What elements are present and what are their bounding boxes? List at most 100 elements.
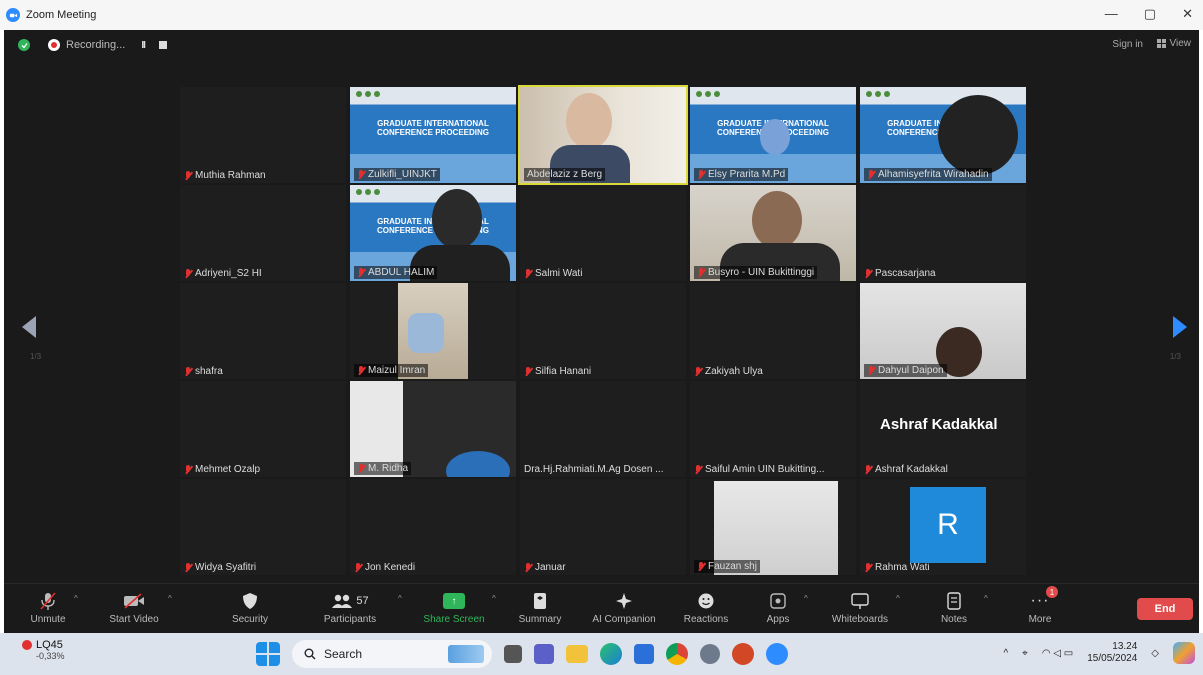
summary-button[interactable]: Summary bbox=[500, 590, 580, 625]
wifi-volume-battery-icons[interactable]: ◠ ◁ ▭ bbox=[1042, 648, 1073, 659]
teams-icon[interactable] bbox=[534, 644, 554, 664]
participants-button[interactable]: 57 Participants bbox=[310, 590, 390, 625]
security-button[interactable]: Security bbox=[210, 590, 290, 625]
share-options-caret-icon[interactable]: ^ bbox=[492, 594, 496, 603]
location-icon[interactable]: ⌖ bbox=[1022, 648, 1028, 659]
muted-mic-icon bbox=[864, 268, 872, 279]
participant-name: Fauzan shj bbox=[694, 560, 760, 573]
participant-tile[interactable]: Widya Syafitri bbox=[180, 479, 346, 575]
system-tray: ^ ⌖ ◠ ◁ ▭ 13.24 15/05/2024 ◇ bbox=[1003, 641, 1195, 665]
participant-name: Januar bbox=[524, 562, 566, 573]
next-page-arrow-icon[interactable] bbox=[1173, 316, 1187, 338]
avatar: R bbox=[910, 487, 986, 563]
prev-page-arrow-icon[interactable] bbox=[22, 316, 36, 338]
participant-tile[interactable]: Maizul Imran bbox=[350, 283, 516, 379]
restore-button[interactable]: ▢ bbox=[1144, 6, 1156, 22]
apps-caret-icon[interactable]: ^ bbox=[804, 594, 808, 603]
end-meeting-button[interactable]: End bbox=[1137, 598, 1193, 620]
whiteboards-caret-icon[interactable]: ^ bbox=[896, 594, 900, 603]
participant-tile-active-speaker[interactable]: Abdelaziz z Berg bbox=[518, 85, 688, 185]
store-icon[interactable] bbox=[634, 644, 654, 664]
file-explorer-icon[interactable] bbox=[566, 645, 588, 663]
muted-mic-icon bbox=[697, 561, 705, 572]
participant-name: Jon Kenedi bbox=[354, 562, 415, 573]
whiteboard-icon bbox=[851, 593, 869, 609]
sign-in-link[interactable]: Sign in bbox=[1112, 39, 1143, 50]
zoom-logo-icon bbox=[6, 8, 20, 22]
participant-tile[interactable]: Adriyeni_S2 HI bbox=[180, 185, 346, 281]
meeting-toolbar: Unmute ^ Start Video ^ Security 57 Parti… bbox=[4, 583, 1199, 633]
chrome-icon[interactable] bbox=[666, 643, 688, 665]
encryption-shield-icon[interactable] bbox=[18, 39, 30, 51]
windows-start-icon[interactable] bbox=[256, 642, 280, 666]
participant-tile[interactable]: Mehmet Ozalp bbox=[180, 381, 346, 477]
participant-tile[interactable]: Dra.Hj.Rahmiati.M.Ag Dosen ... bbox=[520, 381, 686, 477]
recording-icon bbox=[48, 39, 60, 51]
notes-caret-icon[interactable]: ^ bbox=[984, 594, 988, 603]
participant-name: Pascasarjana bbox=[864, 268, 936, 279]
participant-tile[interactable]: Saiful Amin UIN Bukitting... bbox=[690, 381, 856, 477]
participant-name: Ashraf Kadakkal bbox=[864, 464, 948, 475]
title-bar: Zoom Meeting — ▢ ✕ bbox=[0, 0, 1203, 30]
participant-tile[interactable]: Dahyul Daipon bbox=[860, 283, 1026, 379]
participant-name: Maizul Imran bbox=[354, 364, 429, 377]
stop-recording-button[interactable] bbox=[158, 41, 167, 49]
notification-bell-icon[interactable]: ◇ bbox=[1151, 648, 1159, 659]
participant-name: Dra.Hj.Rahmiati.M.Ag Dosen ... bbox=[524, 464, 664, 475]
zoom-app-icon[interactable] bbox=[766, 643, 788, 665]
muted-mic-icon bbox=[524, 366, 532, 377]
muted-mic-icon bbox=[184, 268, 192, 279]
recording-label: Recording... bbox=[66, 39, 126, 51]
participant-tile[interactable]: M. Ridha bbox=[350, 381, 516, 477]
participant-tile[interactable]: shafra bbox=[180, 283, 346, 379]
participants-caret-icon[interactable]: ^ bbox=[398, 594, 402, 603]
muted-mic-icon bbox=[357, 267, 365, 278]
participant-tile[interactable]: Busyro - UIN Bukittinggi bbox=[690, 185, 856, 281]
reactions-button[interactable]: Reactions bbox=[666, 590, 746, 625]
participant-display-name: Ashraf Kadakkal bbox=[880, 416, 998, 433]
participant-tile[interactable]: Zakiyah Ulya bbox=[690, 283, 856, 379]
start-video-button[interactable]: Start Video bbox=[94, 590, 174, 625]
participant-name: Zulkifli_UINJKT bbox=[354, 168, 440, 181]
taskbar-search[interactable]: Search bbox=[292, 640, 492, 668]
show-hidden-icons-chevron-icon[interactable]: ^ bbox=[1003, 648, 1008, 659]
settings-gear-icon[interactable] bbox=[700, 644, 720, 664]
participant-name: shafra bbox=[184, 366, 223, 377]
participant-tile[interactable]: GRADUATE INTERNATIONAL CONFERENCE PROCEE… bbox=[860, 87, 1026, 183]
page-indicator-right: 1/3 bbox=[1169, 352, 1181, 361]
stock-widget[interactable]: LQ45 -0,33% bbox=[22, 639, 65, 661]
participant-tile[interactable]: Jon Kenedi bbox=[350, 479, 516, 575]
task-view-icon[interactable] bbox=[504, 645, 522, 663]
ai-companion-button[interactable]: AI Companion bbox=[584, 590, 664, 625]
participant-tile[interactable]: GRADUATE INTERNATIONAL CONFERENCE PROCEE… bbox=[690, 87, 856, 183]
participant-tile[interactable]: Fauzan shj bbox=[690, 479, 856, 575]
pause-recording-button[interactable]: II bbox=[141, 40, 145, 51]
notes-button[interactable]: Notes bbox=[914, 590, 994, 625]
participant-tile[interactable]: Salmi Wati bbox=[520, 185, 686, 281]
close-button[interactable]: ✕ bbox=[1182, 6, 1193, 22]
taskbar-clock[interactable]: 13.24 15/05/2024 bbox=[1087, 641, 1137, 665]
participant-name: Salmi Wati bbox=[524, 268, 582, 279]
mic-muted-icon bbox=[40, 592, 56, 610]
video-options-caret-icon[interactable]: ^ bbox=[168, 594, 172, 603]
participant-tile[interactable]: Silfia Hanani bbox=[520, 283, 686, 379]
whiteboards-button[interactable]: Whiteboards bbox=[820, 590, 900, 625]
participant-tile[interactable]: GRADUATE INTERNATIONAL CONFERENCE PROCEE… bbox=[350, 87, 516, 183]
participant-tile[interactable]: GRADUATE INTERNATIONAL CONFERENCE PROCEE… bbox=[350, 185, 516, 281]
copilot-icon[interactable] bbox=[1173, 642, 1195, 664]
more-button[interactable]: ··· 1 More bbox=[1000, 586, 1080, 625]
participant-tile[interactable]: Januar bbox=[520, 479, 686, 575]
view-button[interactable]: View bbox=[1156, 38, 1191, 49]
share-screen-button[interactable]: ↑ Share Screen bbox=[414, 590, 494, 625]
participant-name: Saiful Amin UIN Bukitting... bbox=[694, 464, 825, 475]
audio-options-caret-icon[interactable]: ^ bbox=[74, 594, 78, 603]
minimize-button[interactable]: — bbox=[1105, 6, 1118, 22]
powerpoint-icon[interactable] bbox=[732, 643, 754, 665]
participant-tile[interactable]: Pascasarjana bbox=[860, 185, 1026, 281]
meeting-top-bar: Recording... II Sign in View bbox=[4, 30, 1199, 60]
participant-name: ABDUL HALIM bbox=[354, 266, 438, 279]
participant-tile[interactable]: Muthia Rahman bbox=[180, 87, 346, 183]
muted-mic-icon bbox=[864, 562, 872, 573]
edge-icon[interactable] bbox=[600, 643, 622, 665]
muted-mic-icon bbox=[867, 169, 875, 180]
